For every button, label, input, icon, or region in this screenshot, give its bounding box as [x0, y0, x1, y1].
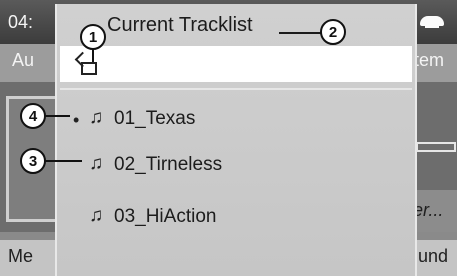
callout-4: 4 [20, 103, 46, 129]
background-label-more[interactable]: er... [413, 200, 443, 221]
music-note-icon: ♫ [89, 107, 104, 128]
track-name: 01_Texas [114, 108, 196, 129]
folder-up-icon[interactable] [81, 62, 97, 75]
background-label-audio[interactable]: Au [12, 50, 34, 71]
divider [60, 88, 412, 90]
callout-2: 2 [320, 19, 346, 45]
panel-title: Current Tracklist [107, 14, 253, 36]
callout-leader-4 [44, 115, 70, 117]
screen: 04: Au tem er... Me und Current Tracklis… [0, 0, 457, 276]
track-item[interactable]: • ♫ 01_Texas [57, 102, 415, 136]
track-name: 03_HiAction [114, 206, 217, 227]
phone-icon[interactable] [420, 16, 444, 28]
track-item[interactable]: ♫ 03_HiAction [57, 200, 415, 234]
callout-leader-3 [44, 160, 82, 162]
tracklist-panel: Current Tracklist • ♫ 01_Texas ♫ 02_Tirn… [55, 4, 417, 276]
background-label-system[interactable]: tem [414, 50, 444, 71]
music-note-icon: ♫ [89, 153, 104, 174]
track-name: 02_Tirneless [114, 154, 223, 175]
callout-3: 3 [20, 148, 46, 174]
clock: 04: [8, 12, 34, 32]
background-slider [416, 142, 456, 152]
callout-leader-1 [92, 48, 94, 62]
now-playing-bullet: • [73, 110, 80, 130]
music-note-icon: ♫ [89, 205, 104, 226]
background-label-media[interactable]: Me [8, 246, 33, 267]
background-label-sound[interactable]: und [418, 246, 448, 267]
track-item[interactable]: ♫ 02_Tirneless [57, 148, 415, 182]
callout-1: 1 [80, 24, 106, 50]
folder-path-field[interactable] [60, 46, 412, 82]
callout-leader-2 [279, 32, 323, 34]
